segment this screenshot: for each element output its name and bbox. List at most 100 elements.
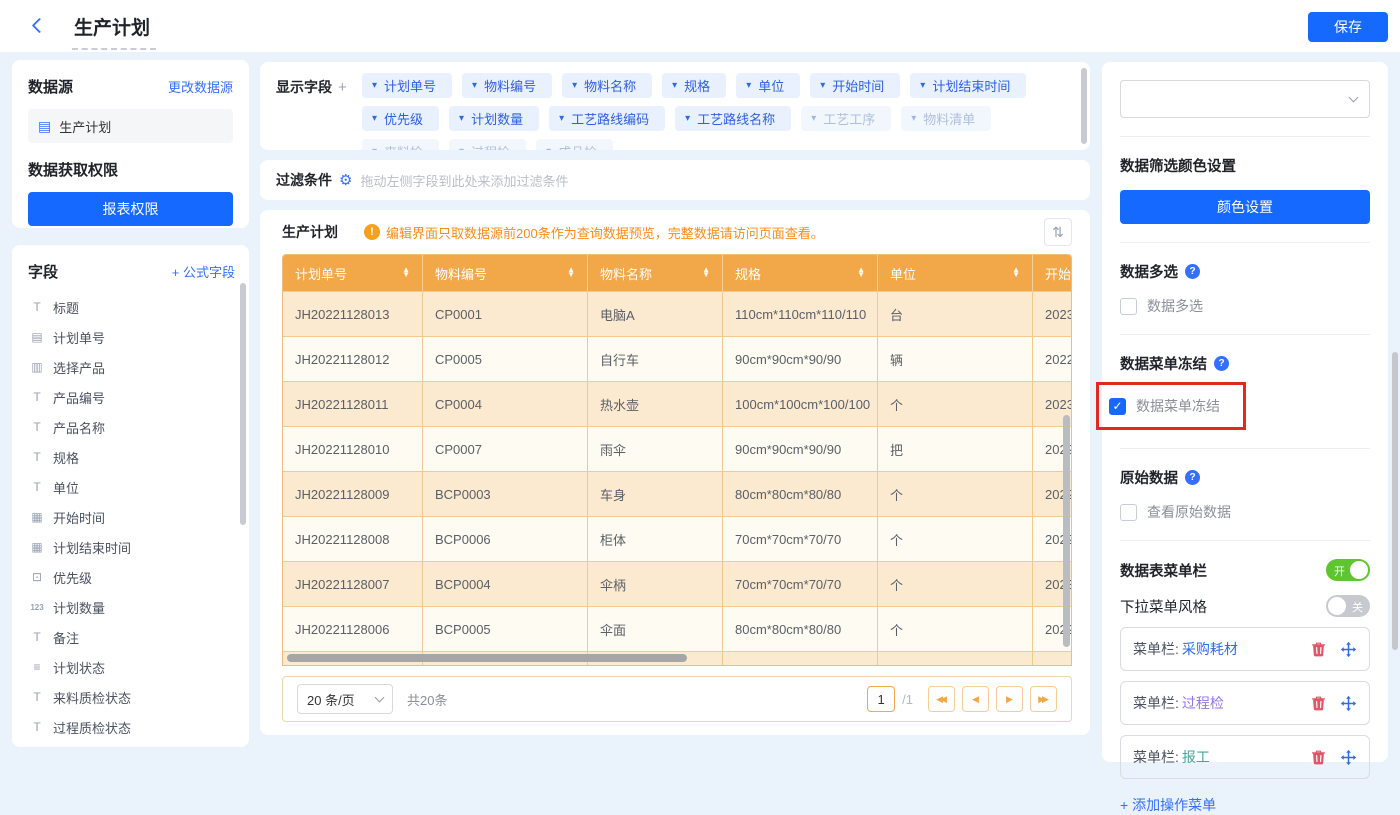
pagination-bar: 20 条/页 共20条 /1 ◀◀ ◀ ▶ ▶▶ bbox=[282, 676, 1072, 722]
display-field-tag[interactable]: ▾工艺路线名称 bbox=[675, 106, 791, 131]
last-page-button[interactable]: ▶▶ bbox=[1030, 686, 1057, 712]
text-field-icon: T bbox=[28, 720, 46, 734]
multi-select-checkbox-label: 数据多选 bbox=[1147, 296, 1203, 316]
field-item-选择产品[interactable]: ▥选择产品 bbox=[28, 352, 235, 382]
move-icon[interactable] bbox=[1340, 641, 1357, 658]
fields-scrollbar[interactable] bbox=[240, 283, 246, 525]
trash-icon[interactable] bbox=[1310, 749, 1327, 766]
field-item-单位[interactable]: T单位 bbox=[28, 472, 235, 502]
menubar-item-prefix: 菜单栏: bbox=[1133, 639, 1179, 659]
table-title: 生产计划 bbox=[282, 222, 338, 242]
display-field-tag[interactable]: ▾优先级 bbox=[362, 106, 439, 131]
display-field-tag: ▾工艺工序 bbox=[801, 106, 891, 131]
move-icon[interactable] bbox=[1340, 695, 1357, 712]
menubar-toggle[interactable]: 开 bbox=[1326, 559, 1370, 581]
column-header-物料编号[interactable]: 物料编号▲▼ bbox=[423, 255, 588, 291]
field-item-计划结束时间[interactable]: ▦计划结束时间 bbox=[28, 532, 235, 562]
sort-toggle-button[interactable]: ⇅ bbox=[1044, 218, 1072, 246]
gear-icon[interactable]: ⚙ bbox=[339, 171, 352, 189]
display-field-tags: ▾计划单号▾物料编号▾物料名称▾规格▾单位▾开始时间▾计划结束时间▾优先级▾计划… bbox=[362, 73, 1072, 142]
text-field-icon: T bbox=[28, 420, 46, 434]
page-input[interactable] bbox=[867, 686, 895, 712]
caret-down-icon: ▾ bbox=[459, 146, 464, 150]
table-cell: BCP0006 bbox=[423, 517, 588, 561]
add-action-menu-link[interactable]: + 添加操作菜单 bbox=[1120, 795, 1370, 815]
table-row: JH20221128007BCP0004伞柄70cm*70cm*70/70个20… bbox=[283, 561, 1072, 606]
page-scrollbar[interactable] bbox=[1392, 352, 1398, 650]
menu-freeze-checkbox[interactable]: ✓ bbox=[1109, 398, 1126, 415]
field-item-来料质检状态[interactable]: T来料质检状态 bbox=[28, 682, 235, 712]
sort-desc-icon: ▼ bbox=[1012, 273, 1020, 278]
page-size-select[interactable]: 20 条/页 bbox=[297, 684, 393, 714]
save-button[interactable]: 保存 bbox=[1308, 12, 1388, 42]
field-item-计划数量[interactable]: 123计划数量 bbox=[28, 592, 235, 622]
menubar-item-过程检[interactable]: 菜单栏:过程检 bbox=[1120, 681, 1370, 725]
display-field-tag[interactable]: ▾规格 bbox=[662, 73, 726, 98]
table-panel: 生产计划 ! 编辑界面只取数据源前200条作为查询数据预览，完整数据请访问页面查… bbox=[260, 210, 1090, 735]
back-button[interactable] bbox=[28, 16, 48, 36]
prev-page-button[interactable]: ◀ bbox=[962, 686, 989, 712]
display-field-tag[interactable]: ▾计划单号 bbox=[362, 73, 452, 98]
column-header-物料名称[interactable]: 物料名称▲▼ bbox=[588, 255, 723, 291]
field-item-备注[interactable]: T备注 bbox=[28, 622, 235, 652]
column-header-规格[interactable]: 规格▲▼ bbox=[723, 255, 878, 291]
display-field-tag[interactable]: ▾计划数量 bbox=[449, 106, 539, 131]
tag-label: 计划结束时间 bbox=[932, 76, 1010, 95]
field-item-过程质检状态[interactable]: T过程质检状态 bbox=[28, 712, 235, 742]
help-icon[interactable]: ? bbox=[1214, 356, 1229, 371]
display-field-tag[interactable]: ▾单位 bbox=[736, 73, 800, 98]
display-fields-scrollbar[interactable] bbox=[1081, 68, 1087, 144]
trash-icon[interactable] bbox=[1310, 695, 1327, 712]
add-formula-field-link[interactable]: + 公式字段 bbox=[172, 262, 235, 281]
settings-select[interactable] bbox=[1120, 80, 1370, 118]
field-item-产品名称[interactable]: T产品名称 bbox=[28, 412, 235, 442]
field-item-优先级[interactable]: ⊡优先级 bbox=[28, 562, 235, 592]
display-field-tag[interactable]: ▾工艺路线编码 bbox=[549, 106, 665, 131]
next-page-button[interactable]: ▶ bbox=[996, 686, 1023, 712]
menubar-item-name: 采购耗材 bbox=[1182, 639, 1238, 659]
display-field-tag[interactable]: ▾物料编号 bbox=[462, 73, 552, 98]
status-field-icon: ≡ bbox=[28, 660, 46, 674]
text-field-icon: T bbox=[28, 450, 46, 464]
raw-data-checkbox[interactable] bbox=[1120, 504, 1137, 521]
table-vertical-scrollbar[interactable] bbox=[1063, 415, 1070, 647]
field-item-计划状态[interactable]: ≡计划状态 bbox=[28, 652, 235, 682]
trash-icon[interactable] bbox=[1310, 641, 1327, 658]
field-item-产品编号[interactable]: T产品编号 bbox=[28, 382, 235, 412]
first-page-button[interactable]: ◀◀ bbox=[928, 686, 955, 712]
column-header-label: 物料编号 bbox=[435, 264, 487, 283]
field-item-计划单号[interactable]: ▤计划单号 bbox=[28, 322, 235, 352]
warning-icon: ! bbox=[364, 224, 380, 240]
change-datasource-link[interactable]: 更改数据源 bbox=[168, 77, 233, 96]
help-icon[interactable]: ? bbox=[1185, 470, 1200, 485]
field-item-规格[interactable]: T规格 bbox=[28, 442, 235, 472]
add-display-field-button[interactable]: + bbox=[338, 79, 347, 96]
table-cell: CP0001 bbox=[423, 292, 588, 336]
menubar-item-采购耗材[interactable]: 菜单栏:采购耗材 bbox=[1120, 627, 1370, 671]
multi-select-checkbox[interactable] bbox=[1120, 298, 1137, 315]
column-header-计划单号[interactable]: 计划单号▲▼ bbox=[283, 255, 423, 291]
menubar-title: 数据表菜单栏 bbox=[1120, 560, 1207, 581]
table-horizontal-scrollbar[interactable] bbox=[287, 654, 687, 662]
report-permission-button[interactable]: 报表权限 bbox=[28, 192, 233, 226]
field-item-标题[interactable]: T标题 bbox=[28, 292, 235, 322]
table-cell: 80cm*80cm*80/80 bbox=[723, 472, 878, 516]
column-header-单位[interactable]: 单位▲▼ bbox=[878, 255, 1033, 291]
table-cell: JH20221128011 bbox=[283, 382, 423, 426]
dropdown-style-toggle[interactable]: 关 bbox=[1326, 595, 1370, 617]
help-icon[interactable]: ? bbox=[1185, 264, 1200, 279]
caret-down-icon: ▾ bbox=[672, 80, 677, 91]
display-field-tag: ▾来料检 bbox=[362, 139, 439, 150]
field-item-开始时间[interactable]: ▦开始时间 bbox=[28, 502, 235, 532]
table-cell: 电脑A bbox=[588, 292, 723, 336]
table-cell: 把 bbox=[878, 427, 1033, 471]
menubar-item-报工[interactable]: 菜单栏:报工 bbox=[1120, 735, 1370, 779]
color-settings-button[interactable]: 颜色设置 bbox=[1120, 190, 1370, 224]
display-field-tag[interactable]: ▾物料名称 bbox=[562, 73, 652, 98]
datasource-item[interactable]: ▤ 生产计划 bbox=[28, 109, 233, 143]
column-header-开始时间[interactable]: 开始时间▲▼ bbox=[1033, 255, 1072, 291]
display-field-tag[interactable]: ▾开始时间 bbox=[810, 73, 900, 98]
display-field-tag[interactable]: ▾计划结束时间 bbox=[910, 73, 1026, 98]
move-icon[interactable] bbox=[1340, 749, 1357, 766]
caret-down-icon: ▾ bbox=[459, 113, 464, 124]
